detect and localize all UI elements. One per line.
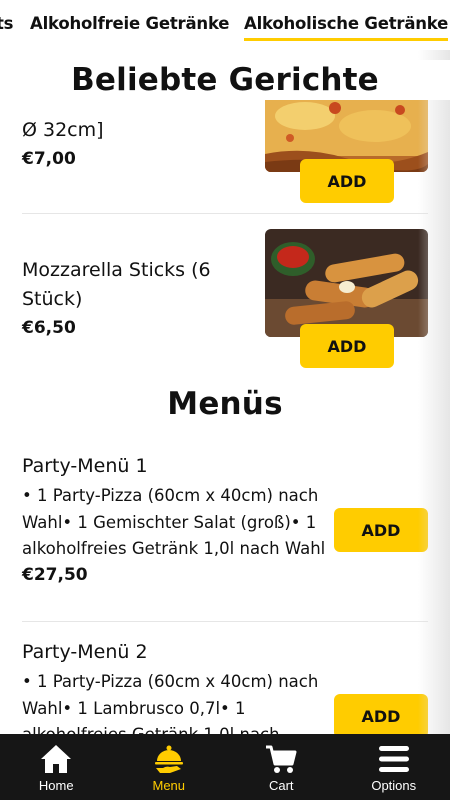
- nav-menu[interactable]: Menu: [113, 734, 226, 800]
- category-tabs: ts Alkoholfreie Getränke Alkoholische Ge…: [0, 0, 450, 50]
- section-title-popular: Beliebte Gerichte: [0, 60, 450, 100]
- item-description: • 1 Party-Pizza (60cm x 40cm) nach Wahl•…: [22, 672, 319, 734]
- item-price: €6,50: [22, 318, 76, 338]
- add-button[interactable]: ADD: [334, 694, 428, 734]
- list-item: Mozzarella Sticks (6 Stück) €6,50: [22, 256, 252, 338]
- scroll-edge-shadow: [418, 50, 450, 734]
- home-icon: [41, 745, 72, 773]
- cloche-icon: [154, 745, 183, 773]
- add-button[interactable]: ADD: [334, 508, 428, 552]
- nav-cart-label: Cart: [268, 778, 294, 793]
- nav-home[interactable]: Home: [0, 734, 113, 800]
- add-button[interactable]: ADD: [300, 324, 394, 368]
- nav-options[interactable]: Options: [338, 734, 450, 800]
- item-name: Mozzarella Sticks (6 Stück): [22, 259, 211, 310]
- menu-icon: [378, 746, 409, 772]
- section-title-menus: Menüs: [167, 386, 283, 422]
- item-price: €27,50: [22, 564, 88, 585]
- cart-icon: [266, 745, 297, 773]
- tab-alkoholische-getraenke[interactable]: Alkoholische Getränke: [244, 14, 448, 41]
- item-name: Party-Menü 1: [22, 455, 148, 477]
- divider: [22, 621, 428, 622]
- tab-alkoholfreie-getraenke[interactable]: Alkoholfreie Getränke: [30, 14, 229, 33]
- nav-menu-label: Menu: [152, 778, 186, 793]
- mozzarella-sticks-image: [265, 229, 428, 337]
- tab-previous[interactable]: ts: [0, 14, 14, 33]
- list-item: Party-Menü 1 • 1 Party-Pizza (60cm x 40c…: [22, 452, 334, 585]
- nav-options-label: Options: [371, 778, 417, 793]
- bottom-navigation: Home Menu Cart Options: [0, 734, 450, 800]
- nav-home-label: Home: [38, 778, 74, 793]
- divider: [22, 213, 428, 214]
- nav-cart[interactable]: Cart: [225, 734, 338, 800]
- add-button[interactable]: ADD: [300, 159, 394, 203]
- menu-list[interactable]: Ø 32cm] €7,00 ADD Mozzarella Sticks (6 S…: [0, 50, 450, 734]
- item-name: Party-Menü 2: [22, 641, 148, 663]
- item-description: • 1 Party-Pizza (60cm x 40cm) nach Wahl•…: [22, 486, 326, 558]
- list-item: Party-Menü 2 • 1 Party-Pizza (60cm x 40c…: [22, 638, 334, 734]
